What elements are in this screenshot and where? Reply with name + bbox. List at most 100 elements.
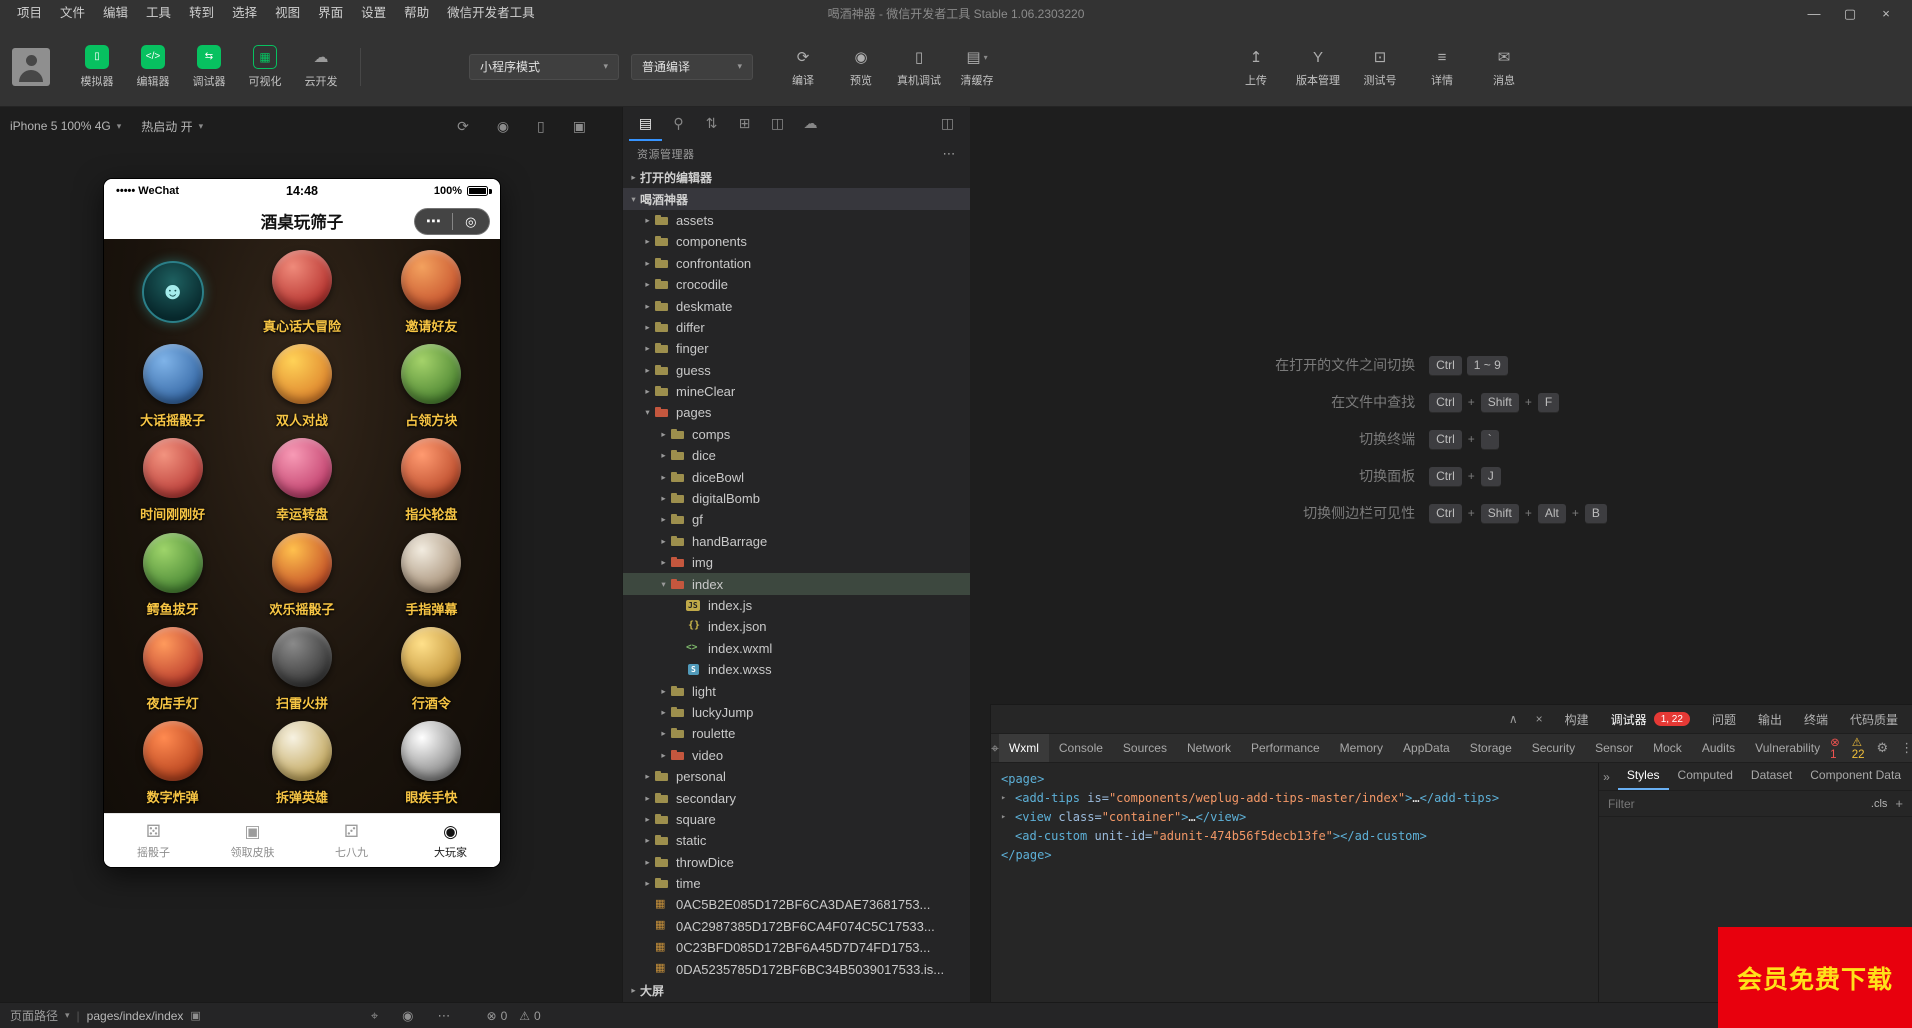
collapse-panel-icon[interactable]: ∧ [1509,712,1518,726]
tree-expand-icon[interactable]: ▸ [657,536,670,547]
devtools-tab[interactable]: Sources [1113,734,1177,762]
game-item[interactable]: 占领方块 [367,339,496,433]
compile-button[interactable]: ⟳ 编译 [775,45,831,88]
more-icon[interactable]: ⋯ [943,146,957,162]
tree-expand-icon[interactable]: ▸ [641,236,654,247]
close-panel-icon[interactable]: × [1536,712,1543,726]
split-editor-icon[interactable]: ◫ [761,107,794,141]
devtools-tab[interactable]: Memory [1330,734,1393,762]
game-icon[interactable] [143,721,203,781]
new-style-rule-icon[interactable]: + [1895,796,1903,811]
more-icon[interactable]: ⋯ [438,1008,451,1024]
game-item[interactable]: 数字炸弹 [108,717,237,811]
tree-expand-icon[interactable]: ▸ [641,343,654,354]
ad-banner[interactable]: 会员免费下载 [1718,927,1912,1028]
record-icon[interactable]: ◉ [497,118,509,135]
menu-item[interactable]: 转到 [180,0,223,27]
tree-item[interactable]: ▸ img [623,552,970,573]
maximize-button[interactable]: ▢ [1832,0,1868,27]
clear-cache-button[interactable]: ▤▾ 清缓存 [949,45,1005,88]
tree-expand-icon[interactable]: ▸ [641,322,654,333]
tree-expand-icon[interactable]: ▸ [657,557,670,568]
tree-item[interactable]: index.wxml [623,638,970,659]
menu-item[interactable]: 设置 [352,0,395,27]
toggle-class-button[interactable]: .cls [1871,798,1888,810]
details-button[interactable]: ≡ 详情 [1414,45,1470,88]
copy-icon[interactable]: ▣ [190,1009,200,1022]
devtools-tab[interactable]: Wxml [999,734,1049,762]
capsule-more-icon[interactable]: ⋯ [415,209,452,234]
game-icon[interactable] [272,438,332,498]
expand-node-icon[interactable] [1001,827,1015,846]
tree-expand-icon[interactable]: ▸ [641,301,654,312]
devtools-tab[interactable]: Console [1049,734,1113,762]
tree-expand-icon[interactable]: ▸ [657,707,670,718]
menu-item[interactable]: 帮助 [395,0,438,27]
devtools-tab[interactable]: Vulnerability [1745,734,1830,762]
simulator-toggle-button[interactable]: ▯ 模拟器 [70,45,124,89]
tree-item[interactable]: ▸ mineClear [623,381,970,402]
expand-node-icon[interactable]: ▸ [1001,808,1015,827]
tree-expand-icon[interactable]: ▾ [641,407,654,418]
game-item[interactable]: 大话摇骰子 [108,339,237,433]
tree-expand-icon[interactable]: ▸ [657,686,670,697]
game-icon[interactable] [272,250,332,310]
tree-item[interactable]: ▸ 大屏 [623,980,970,1001]
tree-expand-icon[interactable]: ▾ [657,579,670,590]
tree-item[interactable]: ▸ guess [623,360,970,381]
devtools-tab[interactable]: Security [1522,734,1585,762]
tree-item[interactable]: ▾ index [623,573,970,594]
tree-expand-icon[interactable]: ▾ [627,194,640,205]
tree-expand-icon[interactable]: ▸ [641,814,654,825]
game-icon[interactable] [272,344,332,404]
panel-layout-icon[interactable]: ◫ [931,107,964,141]
compile-mode-select[interactable]: 普通编译 ▾ [631,54,753,80]
mode-select[interactable]: 小程序模式 ▾ [469,54,619,80]
avatar[interactable] [12,48,50,86]
tree-expand-icon[interactable]: ▸ [657,750,670,761]
devtools-tab[interactable]: Mock [1643,734,1692,762]
cloud-icon[interactable]: ☁ [794,107,827,141]
tree-item[interactable]: ▸ time [623,873,970,894]
tree-item[interactable]: ▸ crocodile [623,274,970,295]
wxml-code-line[interactable]: <ad-custom unit-id="adunit-474b56f5decb1… [1001,827,1588,846]
game-item[interactable]: 时间刚刚好 [108,434,237,528]
phone-tab[interactable]: ⚂ 七八九 [302,814,401,867]
game-icon[interactable] [401,344,461,404]
menu-item[interactable]: 选择 [223,0,266,27]
tree-item[interactable]: ▸ diceBowl [623,466,970,487]
tree-item[interactable]: index.wxss [623,659,970,680]
menu-item[interactable]: 微信开发者工具 [438,0,544,27]
test-account-button[interactable]: ⊡ 测试号 [1352,45,1408,88]
minimize-button[interactable]: — [1796,0,1832,27]
tree-item[interactable]: ▾ pages [623,402,970,423]
screenshot-icon[interactable]: ▣ [573,118,586,135]
source-control-icon[interactable]: ⇅ [695,107,728,141]
game-icon[interactable] [143,533,203,593]
tree-item[interactable]: ▾ 喝酒神器 [623,188,970,209]
search-icon[interactable]: ⚲ [662,107,695,141]
wxml-code-line[interactable]: ▸ <view class="container">…</view> [1001,808,1588,827]
game-icon[interactable] [143,627,203,687]
tree-item[interactable]: index.js [623,595,970,616]
tree-item[interactable]: ▸ secondary [623,787,970,808]
tree-expand-icon[interactable]: ▸ [657,429,670,440]
game-item[interactable]: 双人对战 [237,339,366,433]
debug-panel-tab[interactable]: 输出 [1758,711,1782,728]
messages-button[interactable]: ✉ 消息 [1476,45,1532,88]
rotate-device-icon[interactable]: ▯ [537,118,545,135]
game-item[interactable]: 拆弹英雄 [237,717,366,811]
capsule-close-icon[interactable]: ◎ [453,209,490,234]
tree-item[interactable]: ▸ comps [623,424,970,445]
game-icon[interactable] [401,627,461,687]
profile-item[interactable]: ☻ [108,245,237,339]
device-select[interactable]: iPhone 5 100% 4G ▾ [10,119,121,133]
styles-tab[interactable]: Styles [1618,763,1669,790]
statusbar-error-count[interactable]: ⊗0 [487,1009,508,1023]
page-path-control[interactable]: 页面路径 ▾ | pages/index/index ▣ [10,1007,201,1024]
tree-item[interactable]: ▸ static [623,830,970,851]
tree-item[interactable]: 0DA5235785D172BF6BC34B5039017533.is... [623,958,970,979]
visualization-button[interactable]: ▦ 可视化 [238,45,292,89]
menu-item[interactable]: 工具 [137,0,180,27]
cloud-dev-button[interactable]: ☁ 云开发 [294,45,348,89]
